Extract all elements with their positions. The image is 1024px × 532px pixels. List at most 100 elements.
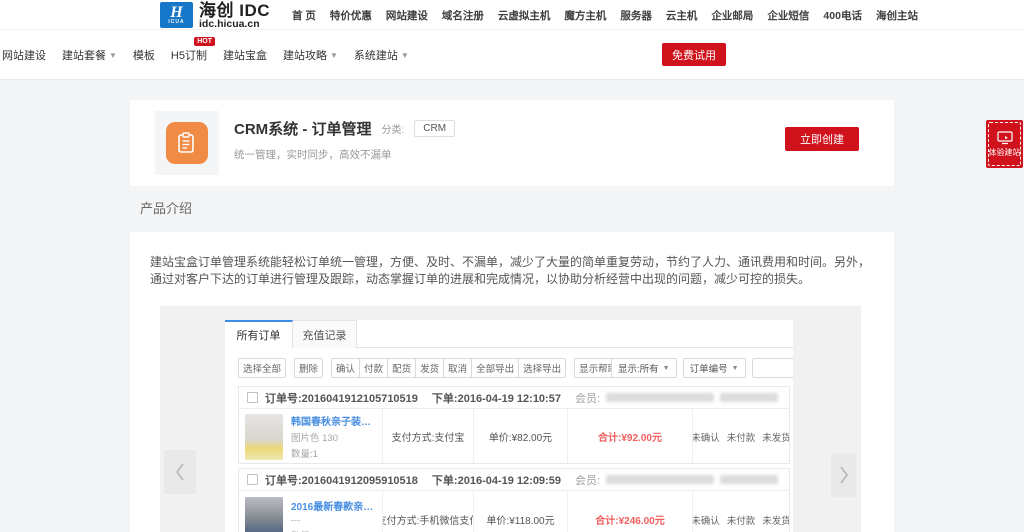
search-type-dropdown[interactable]: 订单编号 ▼ [682, 358, 746, 378]
hot-badge: HOT [194, 37, 215, 46]
order-action-group: 确认 付款 配货 发货 取消 全部导出 选择导出 [331, 358, 567, 378]
member-redacted [606, 475, 715, 484]
order-placed-time: 下单:2016-04-19 12:09:59 [431, 474, 561, 487]
subnav-item-system-building[interactable]: 系统建站 ▼ [354, 47, 409, 63]
product-link[interactable]: 2016最新春款亲子装破... [291, 498, 376, 513]
export-selected-button[interactable]: 选择导出 [518, 358, 567, 378]
free-trial-button[interactable]: 免费试用 [662, 43, 726, 66]
status-unshipped: 未发货 [762, 515, 789, 527]
trial-site-widget[interactable]: 体验建站 [986, 120, 1023, 168]
logo-text: 海创 IDC idc.hicua.cn [199, 2, 270, 30]
topnav-item-cloud-server[interactable]: 云主机 [666, 8, 698, 23]
unit-price-cell: 单价: ¥82.00元 [473, 409, 567, 464]
order-header: 订单号:2016041912105710519 下单:2016-04-19 12… [239, 387, 789, 409]
payment-cell: 支付方式:手机微信支付 [382, 491, 473, 532]
chevron-left-icon[interactable] [164, 450, 196, 494]
member-redacted [720, 475, 779, 484]
product-subtitle: 统一管理，实时同步，高效不漏单 [234, 149, 392, 161]
logo-subtext: ICUA [168, 19, 185, 25]
status-unshipped: 未发货 [762, 432, 789, 444]
order-number: 订单号:2016041912095910518 [265, 474, 418, 487]
topnav-item-website-building[interactable]: 网站建设 [386, 8, 428, 23]
topnav-item-cube-host[interactable]: 魔方主机 [564, 8, 606, 23]
crm-screenshot-panel: 所有订单 充值记录 选择全部 删除 确认 付款 配货 发货 取消 全部导出 选择… [225, 320, 793, 532]
tab-recharge-records[interactable]: 充值记录 [293, 320, 357, 348]
subnav-label: 网站建设 [2, 50, 46, 62]
subnav-items: 网站建设 建站套餐 ▼ 模板 H5订制 HOT 建站宝盒 建站攻略 ▼ 系统建站 ▼ [2, 30, 409, 80]
select-all-button[interactable]: 选择全部 [238, 358, 287, 378]
subnav-label: 建站宝盒 [222, 50, 267, 62]
status-unconfirmed: 未确认 [692, 515, 720, 527]
caret-down-icon: ▼ [731, 364, 739, 372]
topnav-item-enterprise-mail[interactable]: 企业邮局 [711, 8, 753, 23]
payment-cell: 支付方式: 支付宝 [382, 409, 473, 464]
topnav-item-400-phone[interactable]: 400电话 [823, 8, 862, 23]
cancel-button[interactable]: 取消 [443, 358, 473, 378]
confirm-button[interactable]: 确认 [331, 358, 361, 378]
total-price-cell: 合计: ¥92.00元 [567, 409, 692, 464]
show-filter-label: 显示:所有 [618, 364, 659, 375]
crm-toolbar: 选择全部 删除 确认 付款 配货 发货 取消 全部导出 选择导出 显示帮助 [238, 358, 623, 378]
status-unpaid: 未付款 [726, 432, 756, 444]
product-link[interactable]: 韩国春秋亲子装母女儿童... [291, 413, 376, 428]
order-row: 订单号:2016041912095910518 下单:2016-04-19 12… [238, 468, 790, 532]
subnav-item-sitebox[interactable]: 建站宝盒 [223, 47, 267, 63]
member-label: 会员: [574, 392, 601, 405]
topnav-item-cloud-virtual-host[interactable]: 云虚拟主机 [498, 8, 551, 23]
order-checkbox[interactable] [247, 474, 258, 485]
search-type-label: 订单编号 [689, 364, 728, 375]
subnav-item-guide[interactable]: 建站攻略 ▼ [283, 47, 338, 63]
order-header: 订单号:2016041912095910518 下单:2016-04-19 12… [239, 469, 789, 491]
topnav-item-specials[interactable]: 特价优惠 [330, 8, 372, 23]
delete-button[interactable]: 删除 [294, 358, 324, 378]
show-filter-dropdown[interactable]: 显示:所有 ▼ [611, 358, 677, 378]
order-body: 2016最新春款亲子装破... --- 数量:2 支付方式:手机微信支付 单价:… [239, 491, 789, 532]
order-checkbox[interactable] [247, 392, 258, 403]
status-cell: 未确认 未付款 未发货 [692, 409, 789, 464]
brand-name: 海创 IDC [199, 1, 270, 20]
member-redacted [720, 393, 779, 402]
member-label: 会员: [574, 474, 601, 487]
product-quantity: 数量:2 [291, 528, 376, 532]
subnav-item-website-building[interactable]: 网站建设 [2, 47, 46, 63]
topnav-item-enterprise-sms[interactable]: 企业短信 [767, 8, 809, 23]
subnav-item-h5-custom[interactable]: H5订制 HOT [170, 37, 215, 63]
caret-down-icon: ▼ [329, 50, 338, 60]
export-all-button[interactable]: 全部导出 [471, 358, 520, 378]
category-badge[interactable]: CRM [414, 120, 456, 137]
subnav-label: H5订制 [170, 50, 207, 62]
status-unconfirmed: 未确认 [692, 432, 720, 444]
subnav-item-templates[interactable]: 模板 [133, 47, 155, 63]
caret-down-icon: ▼ [400, 50, 409, 60]
subnav-item-packages[interactable]: 建站套餐 ▼ [62, 47, 117, 63]
ship-button[interactable]: 发货 [415, 358, 445, 378]
product-info: 韩国春秋亲子装母女儿童... 图片色 130 数量:1 [291, 413, 376, 460]
section-title: 产品介绍 [140, 201, 193, 216]
topnav-item-domain-registration[interactable]: 域名注册 [442, 8, 484, 23]
logo-letter: H [170, 4, 183, 21]
product-info: 2016最新春款亲子装破... --- 数量:2 [291, 498, 376, 532]
caret-down-icon: ▼ [662, 364, 670, 372]
category-label: 分类: [381, 125, 405, 136]
order-placed-time: 下单:2016-04-19 12:10:57 [431, 392, 561, 405]
topnav-item-home[interactable]: 首 页 [292, 8, 316, 23]
product-intro-card: 建站宝盒订单管理系统能轻松订单统一管理，方便、及时、不漏单，减少了大量的简单重复… [130, 232, 894, 532]
order-search-input[interactable] [751, 358, 793, 378]
crm-tabbar: 所有订单 充值记录 [225, 320, 793, 348]
chevron-right-icon[interactable] [831, 453, 856, 497]
topnav-item-server[interactable]: 服务器 [620, 8, 652, 23]
subnav-label: 系统建站 [353, 50, 398, 62]
logo[interactable]: H ICUA 海创 IDC idc.hicua.cn [160, 2, 270, 30]
topnav-item-main-site[interactable]: 海创主站 [876, 8, 918, 23]
page: H ICUA 海创 IDC idc.hicua.cn 首 页 特价优惠 网站建设… [0, 0, 1024, 532]
order-row: 订单号:2016041912105710519 下单:2016-04-19 12… [238, 386, 790, 464]
sub-navigation: 网站建设 建站套餐 ▼ 模板 H5订制 HOT 建站宝盒 建站攻略 ▼ 系统建站 ▼ 免… [0, 30, 1024, 80]
allocate-button[interactable]: 配货 [387, 358, 417, 378]
order-body: 韩国春秋亲子装母女儿童... 图片色 130 数量:1 支付方式:支付宝 单价:… [239, 409, 789, 464]
product-variant: 图片色 130 [291, 433, 338, 444]
tab-all-orders[interactable]: 所有订单 [225, 320, 293, 348]
status-cell: 未确认 未付款 未发货 [692, 491, 789, 532]
create-now-button[interactable]: 立即创建 [785, 127, 859, 151]
clipboard-icon [166, 122, 208, 164]
pay-button[interactable]: 付款 [359, 358, 389, 378]
